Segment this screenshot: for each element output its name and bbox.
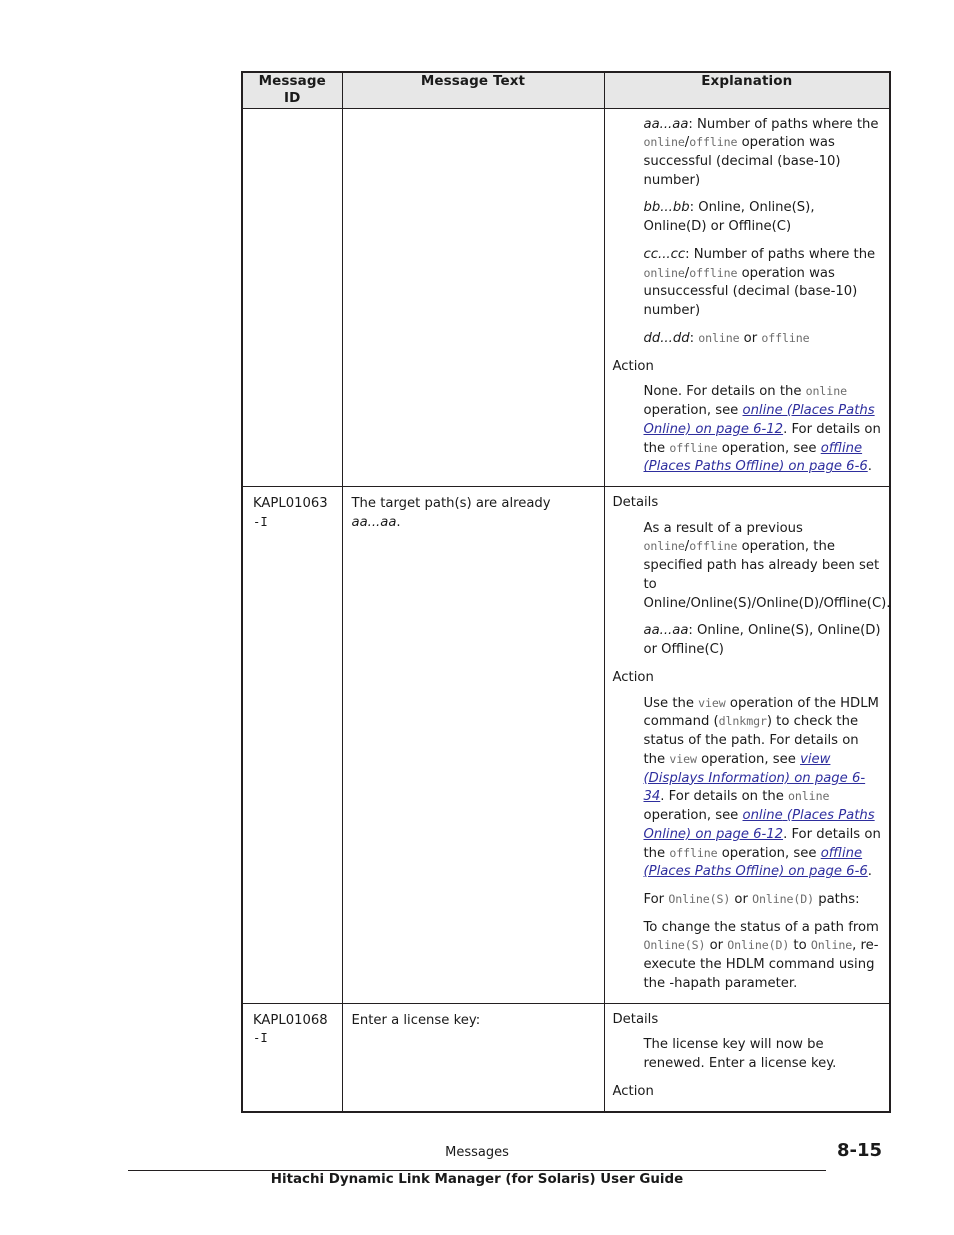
table-header-row: Message ID Message Text Explanation xyxy=(241,71,891,109)
cell-message-text: The target path(s) are already aa...aa. xyxy=(341,486,605,1004)
footer-guide-title: Hitachi Dynamic Link Manager (for Solari… xyxy=(270,1172,684,1187)
details-body: As a result of a previous online/offline… xyxy=(643,520,891,611)
cell-explanation: Details The license key will now be rene… xyxy=(603,1002,891,1113)
explanation-body: Details The license key will now be rene… xyxy=(605,1004,890,1111)
message-text-kapl01068: Enter a license key: xyxy=(343,1004,604,1040)
action-note-change-status: To change the status of a path from Onli… xyxy=(643,919,879,991)
message-id-kapl01063: KAPL01063 -I xyxy=(243,487,342,540)
section-heading-details: Details xyxy=(612,495,659,511)
section-heading-action: Action xyxy=(612,358,654,374)
cell-message-id xyxy=(241,107,343,488)
column-header-message-id-line1: Message xyxy=(258,73,326,89)
messages-table: Message ID Message Text Explanation aa.. xyxy=(241,71,891,1113)
explanation-body: Details As a result of a previous online… xyxy=(605,487,891,1003)
cell-message-id: KAPL01068 -I xyxy=(241,1002,343,1113)
page-footer: Messages 8-15 xyxy=(0,1140,954,1166)
cell-explanation: aa...aa: Number of paths where the onlin… xyxy=(603,107,891,488)
section-heading-details: Details xyxy=(612,1011,659,1027)
cell-message-text: Enter a license key: xyxy=(341,1002,605,1113)
message-text-body: Enter a license key: xyxy=(351,1012,481,1028)
section-heading-action: Action xyxy=(612,1083,654,1099)
message-text-kapl01063: The target path(s) are already aa...aa. xyxy=(343,487,604,541)
message-id-value: KAPL01068 xyxy=(253,1012,328,1028)
column-header-explanation: Explanation xyxy=(603,71,891,109)
section-heading-action: Action xyxy=(612,669,654,685)
message-text-empty xyxy=(343,109,604,145)
table-row: KAPL01068 -I Enter a license key: Detail… xyxy=(241,1002,891,1113)
table-row: aa...aa: Number of paths where the onlin… xyxy=(241,107,891,488)
variable-definition-aa: aa...aa: Number of paths where the onlin… xyxy=(643,116,879,188)
table-body: aa...aa: Number of paths where the onlin… xyxy=(241,107,891,1113)
page-number: 8-15 xyxy=(836,1140,882,1161)
message-id-kapl01068: KAPL01068 -I xyxy=(243,1004,342,1057)
table-header: Message ID Message Text Explanation xyxy=(241,71,891,109)
message-id-suffix: -I xyxy=(253,1031,268,1046)
footer-chapter-name: Messages xyxy=(445,1145,509,1160)
cell-explanation: Details As a result of a previous online… xyxy=(603,486,891,1004)
table-row: KAPL01063 -I The target path(s) are alre… xyxy=(241,486,891,1004)
footer-top-line: Messages 8-15 xyxy=(0,1140,954,1166)
details-body: The license key will now be renewed. Ent… xyxy=(643,1037,837,1072)
message-id-value: KAPL01063 xyxy=(253,496,328,512)
message-id-empty xyxy=(243,109,342,145)
footer-divider xyxy=(128,1170,826,1171)
action-note-for-paths: For Online(S) or Online(D) paths: xyxy=(643,891,860,907)
explanation-body: aa...aa: Number of paths where the onlin… xyxy=(605,109,890,486)
document-page: Message ID Message Text Explanation aa.. xyxy=(0,0,954,1235)
message-id-suffix: -I xyxy=(253,514,268,529)
variable-definition-dd: dd...dd: online or offline xyxy=(643,330,810,346)
variable-definition-bb: bb...bb: Online, Online(S), Online(D) or… xyxy=(643,200,815,235)
cell-message-id: KAPL01063 -I xyxy=(241,486,343,1004)
variable-definition-aa: aa...aa: Online, Online(S), Online(D) or… xyxy=(643,623,881,658)
column-header-message-text: Message Text xyxy=(341,71,605,109)
variable-definition-cc: cc...cc: Number of paths where the onlin… xyxy=(643,246,876,319)
cell-message-text xyxy=(341,107,605,488)
message-text-body: The target path(s) are already aa...aa. xyxy=(351,496,551,530)
column-header-message-id-line2: ID xyxy=(284,90,301,107)
column-header-message-id: Message ID xyxy=(241,71,343,109)
action-body: None. For details on the online operatio… xyxy=(643,384,881,475)
action-body: Use the view operation of the HDLM comma… xyxy=(643,695,881,880)
